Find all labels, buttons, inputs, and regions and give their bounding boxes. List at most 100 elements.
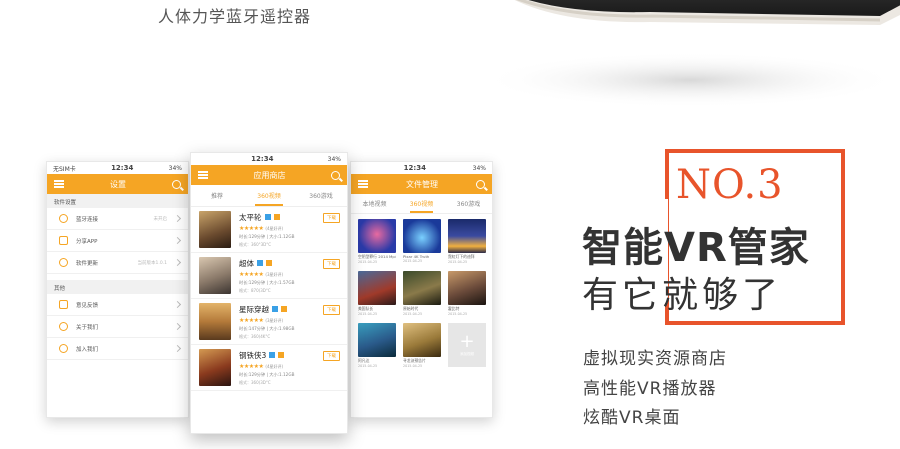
movie-poster — [199, 349, 231, 386]
settings-row-label: 意见反馈 — [76, 302, 99, 309]
video-grid: 空阴型罪行 2014 Mp4 2015-04-25 Pixar 4K Truth… — [351, 214, 492, 374]
feedback-icon — [59, 300, 68, 309]
video-tile[interactable]: 空阴型罪行 2014 Mp4 2015-04-25 — [358, 219, 396, 265]
add-video-button[interactable]: + 添加视频 — [448, 323, 486, 367]
rating-stars: ★★★★★ (4星好评) — [239, 362, 284, 370]
plus-icon: + — [459, 330, 475, 352]
hd-badge-icon — [266, 260, 272, 266]
clock: 12:34 — [403, 164, 426, 172]
chevron-right-icon — [173, 300, 182, 309]
search-icon[interactable] — [476, 179, 485, 189]
settings-row-value: 当前版本1.0.1 — [137, 260, 167, 266]
store-tabs: 推荐 360视频 360游戏 — [191, 185, 347, 207]
list-item[interactable]: 超体 ★★★★★ (3星好评) 时长:129分钟 | 大小:1.57GB 格式：8… — [191, 253, 347, 299]
video-tile[interactable]: 霍比特 2015-04-25 — [448, 271, 486, 317]
search-icon[interactable] — [331, 170, 340, 180]
screen-title: 应用商店 — [253, 170, 286, 180]
tab-360-video[interactable]: 360视频 — [243, 185, 295, 206]
movie-meta: 时长:129分钟 | 大小:1.12GB — [239, 371, 295, 377]
movie-format: 格式：360°3D°C — [239, 241, 272, 247]
movie-poster — [199, 257, 231, 294]
video-tile[interactable]: 霓虹灯下的迪拜 2015-04-25 — [448, 219, 486, 265]
tab-recommended[interactable]: 推荐 — [191, 185, 243, 206]
settings-row-label: 加入我们 — [76, 346, 99, 353]
search-icon[interactable] — [172, 179, 181, 189]
movie-title: 超体 — [239, 258, 254, 268]
download-button[interactable]: 下载 — [323, 305, 340, 315]
headline: 智能VR管家 — [582, 225, 810, 271]
tab-360-video[interactable]: 360视频 — [398, 194, 445, 213]
video-date: 2015-04-25 — [403, 312, 423, 316]
chevron-right-icon — [173, 258, 182, 267]
video-thumbnail — [448, 271, 486, 305]
movie-meta: 时长:147分钟 | 大小:1.98GB — [239, 325, 295, 331]
feature-item: 虚拟现实资源商店 — [583, 349, 727, 369]
list-item[interactable]: 钢铁侠3 ★★★★★ (4星好评) 时长:129分钟 | 大小:1.12GB 格式… — [191, 345, 347, 391]
settings-row-join[interactable]: 加入我们 — [47, 338, 188, 360]
bluetooth-icon — [59, 214, 68, 223]
video-thumbnail — [358, 219, 396, 253]
settings-row-bluetooth[interactable]: 蓝牙连接 未开启 — [47, 208, 188, 230]
menu-icon[interactable] — [358, 180, 368, 188]
movie-meta: 时长:129分钟 | 大小:1.12GB — [239, 233, 295, 239]
settings-row-update[interactable]: 软件更新 当前版本1.0.1 — [47, 252, 188, 274]
vr-headset-image — [480, 0, 900, 108]
menu-icon[interactable] — [198, 171, 208, 179]
video-tile[interactable]: 阿凡达 2015-04-25 — [358, 323, 396, 369]
badge-number: NO.3 — [676, 162, 784, 208]
settings-row-share[interactable]: 分享APP — [47, 230, 188, 252]
movie-format: 格式：360(4K°C — [239, 333, 271, 339]
video-tile[interactable]: Pixar 4K Truth 2015-04-25 — [403, 219, 441, 265]
hd-badge-icon — [278, 352, 285, 358]
file-tabs: 本地视频 360视频 360游戏 — [351, 194, 492, 214]
clock: 12:34 — [111, 164, 134, 172]
screen-title: 文件管理 — [406, 179, 438, 189]
list-item[interactable]: 星际穿越 ★★★★★ (3星好评) 时长:147分钟 | 大小:1.98GB 格式… — [191, 299, 347, 345]
top-subtitle: 人体力学蓝牙遥控器 — [158, 7, 312, 26]
download-button[interactable]: 下载 — [323, 213, 340, 223]
tab-local-video[interactable]: 本地视频 — [351, 194, 398, 213]
tab-360-games[interactable]: 360游戏 — [445, 194, 492, 213]
movie-meta: 时长:129分钟 | 大小:1.57GB — [239, 279, 295, 285]
movie-format: 格式：870(3D°C — [239, 287, 271, 293]
menu-icon[interactable] — [54, 180, 64, 188]
list-item[interactable]: 太平轮 ★★★★★ (4星好评) 时长:129分钟 | 大小:1.12GB 格式：… — [191, 207, 347, 253]
video-date: 2015-04-25 — [403, 364, 423, 368]
app-bar: 设置 — [47, 174, 188, 194]
settings-row-label: 关于我们 — [76, 324, 99, 331]
movie-title: 太平轮 — [239, 212, 262, 222]
video-date: 2015-04-25 — [358, 312, 378, 316]
settings-row-about[interactable]: 关于我们 — [47, 316, 188, 338]
3d-badge-icon — [257, 260, 263, 266]
feature-item: 炫酷VR桌面 — [583, 408, 681, 428]
app-bar: 文件管理 — [351, 174, 492, 194]
3d-badge-icon — [269, 352, 276, 358]
carrier-label: 无SIM卡 — [53, 165, 76, 173]
rating-stars: ★★★★★ (3星好评) — [239, 316, 284, 324]
battery-label: 34% — [168, 164, 182, 172]
screen-title: 设置 — [110, 179, 126, 189]
tab-360-games[interactable]: 360游戏 — [295, 185, 347, 206]
section-header-software: 软件设置 — [47, 194, 188, 208]
download-button[interactable]: 下载 — [323, 259, 340, 269]
video-thumbnail — [403, 219, 441, 253]
status-bar: 无SIM卡 12:34 34% — [47, 162, 188, 174]
video-thumbnail — [448, 219, 486, 253]
video-tile[interactable]: 寻龙诀预告片 2015-04-25 — [403, 323, 441, 369]
video-tile[interactable]: 美国队长 2015-04-25 — [358, 271, 396, 317]
app-store-phone-screen: 12:34 34% 应用商店 推荐 360视频 360游戏 太平轮 ★★★★★(… — [190, 152, 348, 434]
file-manager-phone-screen: 12:34 34% 文件管理 本地视频 360视频 360游戏 空阴型罪行 20… — [350, 161, 493, 418]
video-thumbnail — [403, 323, 441, 357]
battery-label: 34% — [472, 164, 486, 172]
video-thumbnail — [358, 271, 396, 305]
add-video-label: 添加视频 — [460, 351, 474, 356]
video-tile[interactable]: 原始时代 2015-04-25 — [403, 271, 441, 317]
video-date: 2015-04-25 — [358, 364, 378, 368]
movie-format: 格式：360(3D°C — [239, 379, 271, 385]
download-button[interactable]: 下载 — [323, 351, 340, 361]
settings-row-feedback[interactable]: 意见反馈 — [47, 294, 188, 316]
refresh-icon — [59, 258, 68, 267]
clock: 12:34 — [251, 155, 274, 163]
slogan: 有它就够了 — [582, 275, 783, 316]
movie-poster — [199, 211, 231, 248]
